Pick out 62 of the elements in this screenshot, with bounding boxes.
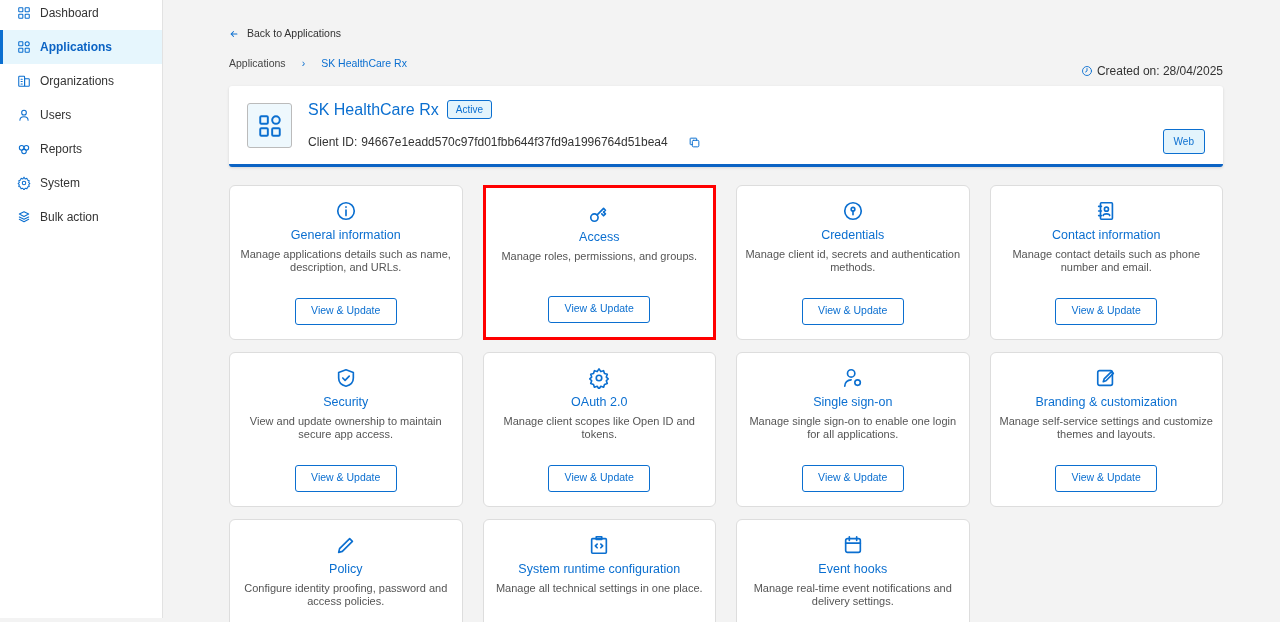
created-date: Created on: 28/04/2025 bbox=[1096, 62, 1223, 80]
sidebar-item[interactable]: System bbox=[0, 166, 162, 200]
sidebar-item[interactable]: Dashboard bbox=[0, 0, 162, 30]
view-update-button[interactable]: View & Update bbox=[548, 464, 651, 492]
keyhole-icon bbox=[841, 199, 864, 222]
status-tag: Active bbox=[446, 100, 492, 120]
card-description: Manage single sign-on to enable one login for all applications. bbox=[748, 414, 958, 442]
card-description: Manage client id, secrets and authentication methods. bbox=[745, 247, 961, 275]
view-update-button[interactable]: View & Update bbox=[548, 295, 651, 323]
card-description: Manage real-time event notifications and delivery settings. bbox=[752, 581, 953, 609]
card-title: Event hooks bbox=[818, 561, 888, 577]
card-description: Configure identity proofing, password and access policies. bbox=[243, 581, 449, 609]
card-title: System runtime configuration bbox=[518, 561, 681, 577]
card-description: Manage self-service settings and customize themes and layouts. bbox=[998, 414, 1214, 442]
clock-icon bbox=[1080, 64, 1093, 77]
view-update-button[interactable]: View & Update bbox=[294, 297, 397, 325]
app-type-tag: Web bbox=[1162, 128, 1205, 154]
card-description: Manage all technical settings in one place. bbox=[495, 581, 703, 595]
circles-icon bbox=[17, 142, 31, 156]
layers-icon bbox=[17, 210, 31, 224]
building-icon bbox=[17, 74, 31, 88]
breadcrumb-link[interactable]: SK HealthCare Rx bbox=[321, 56, 407, 72]
apps-icon bbox=[17, 40, 31, 54]
sidebar-item[interactable]: Applications bbox=[0, 30, 162, 64]
gear-icon bbox=[588, 366, 611, 389]
sidebar-item[interactable]: Users bbox=[0, 98, 162, 132]
sidebar-item[interactable]: Bulk action bbox=[0, 200, 162, 234]
card-title: Access bbox=[579, 229, 620, 245]
view-update-button[interactable]: View & Update bbox=[294, 464, 397, 492]
client-id-label: Client ID: bbox=[308, 133, 358, 151]
card-title: Credentials bbox=[821, 227, 885, 243]
arrow-left-icon bbox=[229, 29, 239, 39]
back-link[interactable]: Back to Applications bbox=[229, 26, 341, 42]
card-title: Branding & customization bbox=[1035, 394, 1178, 410]
card-title: General information bbox=[290, 227, 401, 243]
card-title: Single sign-on bbox=[813, 394, 893, 410]
grid-icon bbox=[17, 6, 31, 20]
app-name: SK HealthCare Rx bbox=[308, 99, 439, 120]
card-title: OAuth 2.0 bbox=[571, 394, 628, 410]
card-title: Contact information bbox=[1052, 227, 1161, 243]
card-description: Manage roles, permissions, and groups. bbox=[501, 249, 698, 263]
sidebar-item[interactable]: Organizations bbox=[0, 64, 162, 98]
view-update-button[interactable]: View & Update bbox=[1055, 297, 1158, 325]
chevron-icon: › bbox=[293, 56, 314, 72]
info-icon bbox=[334, 199, 357, 222]
card-description: Manage applications details such as name, description, and URLs. bbox=[239, 247, 452, 275]
gear-icon bbox=[17, 176, 31, 190]
apps-icon bbox=[256, 112, 283, 139]
sidebar-item[interactable]: Reports bbox=[0, 132, 162, 166]
card-description: View and update ownership to maintain secure app access. bbox=[248, 414, 443, 442]
card-title: Policy bbox=[329, 561, 363, 577]
card-title: Security bbox=[323, 394, 369, 410]
client-id: 94667e1eadd570c97fd01fbb644f37fd9a1996764d51bea4 bbox=[361, 133, 668, 151]
card-description: Manage contact details such as phone number and email. bbox=[1011, 247, 1202, 275]
card-description: Manage client scopes like Open ID and tokens. bbox=[502, 414, 696, 442]
user-gear-icon bbox=[841, 366, 864, 389]
breadcrumb-link[interactable]: Applications bbox=[229, 56, 286, 72]
view-update-button[interactable]: View & Update bbox=[801, 297, 904, 325]
view-update-button[interactable]: View & Update bbox=[801, 464, 904, 492]
copy-icon bbox=[687, 136, 701, 149]
user-icon bbox=[17, 108, 31, 122]
view-update-button[interactable]: View & Update bbox=[1055, 464, 1158, 492]
